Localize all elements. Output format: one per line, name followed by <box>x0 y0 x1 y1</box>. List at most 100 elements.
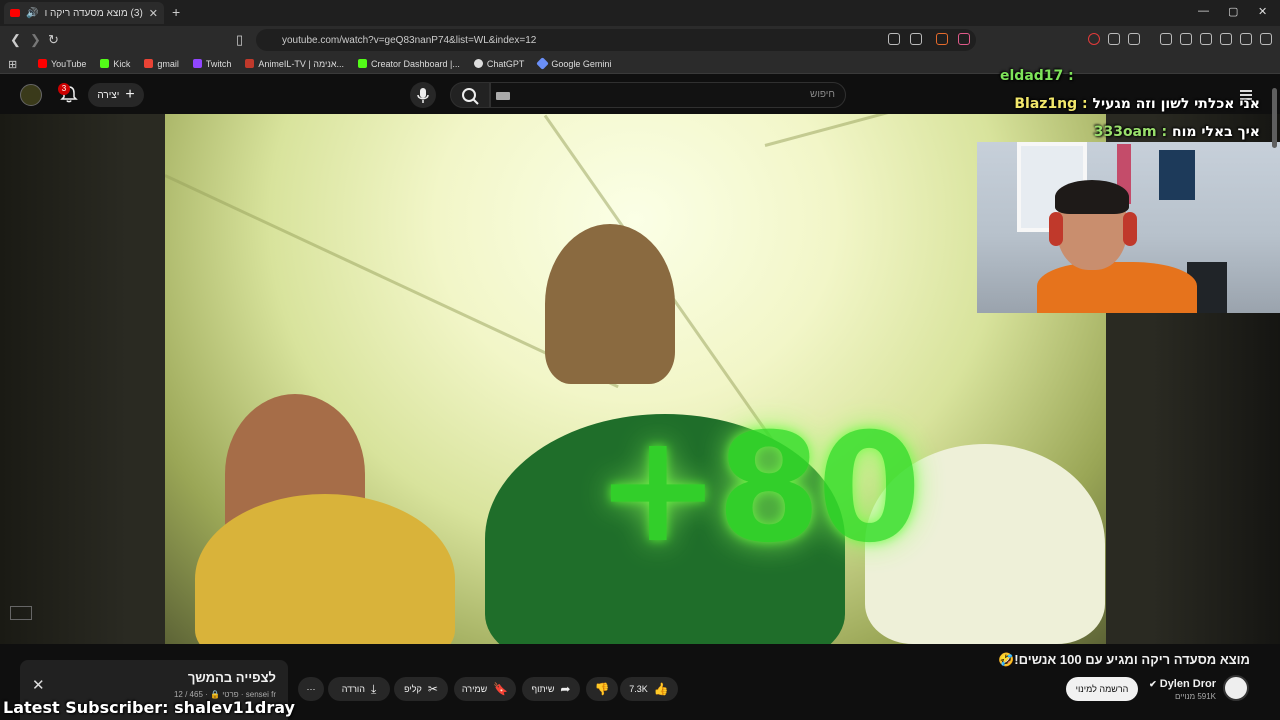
more-actions-button[interactable]: ⋯ <box>298 677 324 701</box>
youtube-favicon-icon <box>10 9 20 17</box>
clip-label: קליפ <box>404 684 422 694</box>
bookmark-gemini[interactable]: Google Gemini <box>536 57 611 70</box>
browser-tab[interactable]: 🔊 (3) מוצא מסעדה ריקה ומגיע ע ✕ <box>4 2 164 24</box>
bookmark-icon: 🔖 <box>493 682 509 696</box>
thumbs-down-icon: 👎 <box>594 682 610 696</box>
chat-line: Blaz1ng : אני אכלתי לשון וזה מגעיל <box>1014 96 1260 112</box>
create-label: יצירה <box>97 89 120 101</box>
close-tab-icon[interactable]: ✕ <box>149 7 158 20</box>
video-player[interactable]: +80 <box>165 114 1106 644</box>
url-input[interactable]: youtube.com/watch?v=geQ83nanP74&list=WL&… <box>256 29 976 51</box>
apps-grid-icon[interactable]: ⊞ <box>8 58 17 71</box>
channel-name[interactable]: ✔ Dylen Dror <box>1140 678 1216 690</box>
youtube-icon <box>38 59 47 68</box>
search-button[interactable] <box>450 82 490 108</box>
video-overlay-number: +80 <box>595 402 921 576</box>
account-avatar[interactable] <box>20 84 42 106</box>
scissors-icon: ✂ <box>427 682 438 696</box>
playlist-title: לצפייה בהמשך <box>187 670 276 685</box>
clip-button[interactable]: קליפ ✂ <box>394 677 448 701</box>
subscribe-button[interactable]: הרשמה למינוי <box>1066 677 1138 701</box>
streamer-hair <box>1055 180 1129 214</box>
speaker-icon[interactable]: 🔊 <box>26 8 38 19</box>
bookmark-animeil[interactable]: AnimeIL-TV | אנימה... <box>245 59 344 69</box>
wall-poster <box>1159 150 1195 200</box>
channel-watermark-logo <box>10 606 32 620</box>
dislike-button[interactable]: 👎 <box>586 677 618 701</box>
chat-message: איך באלי מוח <box>1171 124 1260 140</box>
browser-address-bar: ❮ ❯ ↻ ▯ youtube.com/watch?v=geQ83nanP74&… <box>0 26 1280 54</box>
bookmark-creator-dashboard[interactable]: Creator Dashboard |... <box>358 59 460 69</box>
voice-search-button[interactable] <box>410 82 436 108</box>
music-icon[interactable] <box>1160 33 1172 45</box>
search-input[interactable]: חיפוש <box>490 82 846 108</box>
close-window-button[interactable]: ✕ <box>1258 5 1267 18</box>
close-playlist-icon[interactable]: ✕ <box>32 676 45 694</box>
rewards-icon[interactable] <box>958 33 970 45</box>
bookmark-gmail[interactable]: gmail <box>144 59 179 69</box>
share-arrow-icon: ➦ <box>560 682 571 696</box>
kick-icon <box>100 59 110 68</box>
bookmark-twitch[interactable]: Twitch <box>192 59 231 69</box>
leo-ai-icon[interactable] <box>1220 33 1232 45</box>
share-page-icon[interactable] <box>910 33 922 45</box>
plus-icon: + <box>125 86 135 103</box>
anime-icon <box>245 59 255 68</box>
install-app-icon[interactable] <box>888 33 900 45</box>
gmail-icon <box>144 59 154 68</box>
streamer-shirt <box>1037 262 1197 313</box>
streamer-webcam <box>977 142 1280 313</box>
chat-line: eldad17 : <box>1000 68 1074 84</box>
chat-user: Blaz1ng <box>1014 96 1078 112</box>
create-button[interactable]: יצירה + <box>88 83 144 107</box>
bookmark-youtube[interactable]: YouTube <box>38 59 86 69</box>
more-icon: ⋯ <box>306 683 316 694</box>
brave-shield-icon[interactable] <box>936 33 948 45</box>
download-icon: ⤓ <box>370 681 377 696</box>
download-label: הורדה <box>341 684 365 694</box>
keyboard-icon[interactable] <box>496 92 510 100</box>
new-tab-button[interactable]: + <box>172 4 180 20</box>
like-button[interactable]: 7.3K 👍 <box>620 677 678 701</box>
download-button[interactable]: הורדה ⤓ <box>328 677 390 701</box>
man-head <box>545 224 675 384</box>
like-count: 7.3K <box>629 684 648 694</box>
bookmark-chatgpt[interactable]: ChatGPT <box>473 59 524 69</box>
chat-user: 333oam <box>1093 124 1157 140</box>
extensions-icon[interactable] <box>1108 33 1120 45</box>
share-label: שיתוף <box>531 684 555 694</box>
chat-user: eldad17 <box>1000 68 1064 84</box>
forward-arrow-icon[interactable]: ❯ <box>30 32 41 48</box>
page-scrollbar[interactable] <box>1272 88 1277 148</box>
chatgpt-icon <box>473 59 483 68</box>
microphone-icon <box>417 88 429 103</box>
notification-count-badge: 3 <box>58 83 70 95</box>
stream-chat-overlay: eldad17 : Blaz1ng : אני אכלתי לשון וזה מ… <box>1000 62 1260 146</box>
twitch-icon <box>192 59 202 68</box>
channel-avatar[interactable] <box>1223 675 1249 701</box>
bookmark-page-icon[interactable]: ▯ <box>236 32 243 48</box>
record-extension-icon[interactable] <box>1088 33 1100 45</box>
gemini-icon <box>536 57 550 70</box>
wallet-icon[interactable] <box>1200 33 1212 45</box>
reload-icon[interactable]: ↻ <box>48 32 59 48</box>
tab-title: (3) מוצא מסעדה ריקה ומגיע ע <box>44 7 143 19</box>
latest-subscriber-overlay: Latest Subscriber: shalev11dray <box>3 698 295 717</box>
headset-icon <box>1123 212 1137 246</box>
save-button[interactable]: שמירה 🔖 <box>454 677 516 701</box>
bookmark-kick[interactable]: Kick <box>100 59 130 69</box>
search-icon <box>462 88 479 105</box>
minimize-window-button[interactable]: — <box>1198 5 1209 17</box>
thumbs-up-icon: 👍 <box>653 682 669 696</box>
sidebar-icon[interactable] <box>1180 33 1192 45</box>
browser-menu-icon[interactable] <box>1260 33 1272 45</box>
save-label: שמירה <box>461 684 488 694</box>
subscriber-count: 591K מנויים <box>1174 692 1216 701</box>
back-arrow-icon[interactable]: ❮ <box>10 32 21 48</box>
screenshot-icon[interactable] <box>1128 33 1140 45</box>
share-button[interactable]: שיתוף ➦ <box>522 677 580 701</box>
maximize-window-button[interactable]: ▢ <box>1228 5 1238 18</box>
chat-message: אני אכלתי לשון וזה מגעיל <box>1092 96 1260 112</box>
vpn-shield-icon[interactable] <box>1240 33 1252 45</box>
video-title: מוצא מסעדה ריקה ומגיע עם 100 אנשים!🤣 <box>998 652 1250 667</box>
